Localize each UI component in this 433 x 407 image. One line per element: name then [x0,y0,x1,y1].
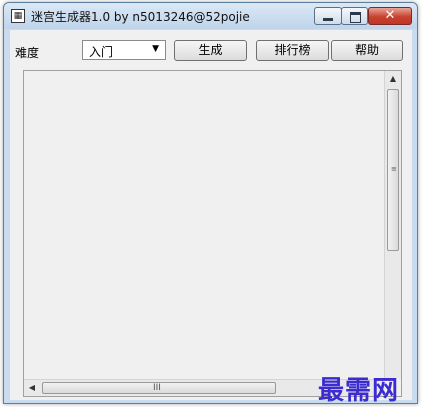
watermark-logo: 最需网 [318,376,400,406]
dropdown-arrow-icon[interactable]: ▼ [152,44,159,54]
grip-icon: III [153,383,161,393]
minimize-icon [323,18,333,21]
close-button[interactable]: ✕ [368,7,412,25]
grip-icon: ≡ [391,165,397,173]
scroll-left-arrow-icon[interactable]: ◀ [24,380,40,396]
difficulty-selected-value: 入门 [89,45,114,59]
help-button[interactable]: 帮助 [331,40,403,61]
close-icon: ✕ [384,8,396,23]
maximize-icon [350,12,361,23]
app-window: ▦ 迷宫生成器1.0 by n5013246@52pojie ✕ 难度 入门 ▼… [3,2,418,404]
generate-button[interactable]: 生成 [174,40,247,61]
maze-app-icon: ▦ [11,9,25,23]
client-area: 难度 入门 ▼ 生成 排行榜 帮助 ▲ ≡ ◀ III [10,30,412,400]
scroll-up-arrow-icon[interactable]: ▲ [385,71,401,87]
vertical-scrollbar[interactable]: ▲ ≡ [384,71,401,379]
window-title: 迷宫生成器1.0 by n5013246@52pojie [31,10,250,24]
minimize-button[interactable] [314,7,342,25]
difficulty-label: 难度 [15,46,40,60]
maximize-button[interactable] [341,7,368,25]
maze-canvas[interactable]: ▲ ≡ ◀ III [23,70,402,397]
difficulty-select[interactable]: 入门 ▼ [82,40,166,60]
vertical-scroll-thumb[interactable]: ≡ [387,89,399,251]
title-bar[interactable]: ▦ 迷宫生成器1.0 by n5013246@52pojie ✕ [4,3,417,29]
leaderboard-button[interactable]: 排行榜 [256,40,329,61]
horizontal-scroll-thumb[interactable]: III [42,382,276,394]
